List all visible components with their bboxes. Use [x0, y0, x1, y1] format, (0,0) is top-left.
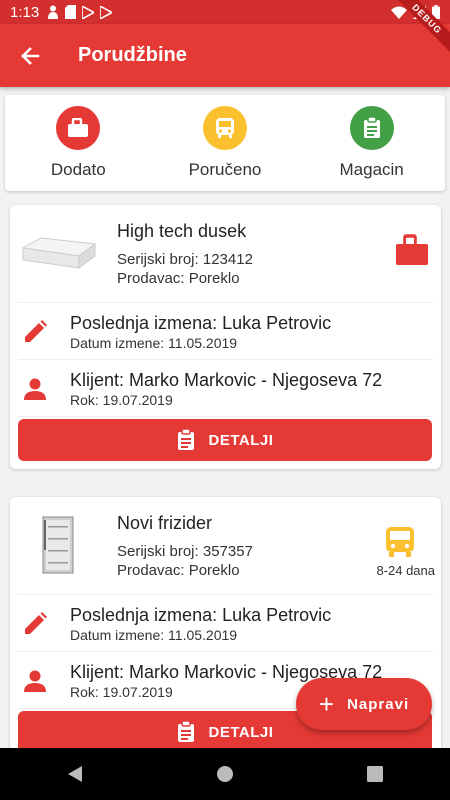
filter-dodato[interactable]: Dodato: [18, 106, 138, 180]
last-edit: Poslednja izmena: Luka Petrovic: [70, 313, 332, 333]
serial-number: Serijski broj: 123412: [117, 251, 253, 268]
nav-recents-icon: [367, 766, 383, 782]
nav-home-icon: [217, 766, 233, 782]
client: Klijent: Marko Markovic - Njegoseva 72: [70, 370, 383, 390]
bus-icon: [202, 106, 247, 150]
debug-label: DEBUG: [390, 0, 450, 56]
delivery-eta: 8-24 dana: [376, 563, 435, 578]
nav-home-button[interactable]: [205, 754, 245, 794]
person-icon: [20, 374, 50, 404]
page-title: Porudžbine: [78, 44, 187, 66]
clipboard-icon: [349, 106, 394, 150]
deadline: Rok: 19.07.2019: [70, 684, 173, 700]
last-edit-row: Poslednja izmena: Luka Petrovic Datum iz…: [18, 303, 433, 360]
play-store-icon-2: [100, 5, 113, 19]
details-button[interactable]: DETALJI: [18, 419, 432, 461]
plus-icon: +: [318, 689, 336, 719]
pencil-icon: [20, 609, 50, 639]
app-bar: Porudžbine: [0, 24, 450, 87]
clipboard-icon: [177, 429, 195, 451]
briefcase-icon: [56, 106, 101, 150]
fab-label: Napravi: [347, 695, 410, 713]
person-notification-icon: [48, 5, 59, 19]
client-row: Klijent: Marko Markovic - Njegoseva 72 R…: [18, 360, 433, 417]
filter-label: Dodato: [50, 160, 106, 179]
order-header: High tech dusek Serijski broj: 123412 Pr…: [18, 205, 433, 303]
arrow-back-icon: [21, 46, 40, 65]
edit-date: Datum izmene: 11.05.2019: [70, 335, 238, 351]
serial-number: Serijski broj: 357357: [117, 543, 253, 560]
create-order-fab[interactable]: + Napravi: [296, 678, 432, 730]
order-card[interactable]: High tech dusek Serijski broj: 123412 Pr…: [10, 205, 441, 469]
status-bar: 1:13: [0, 0, 450, 24]
details-label: DETALJI: [208, 431, 274, 449]
filter-label: Magacin: [339, 160, 404, 179]
bus-icon: [379, 521, 421, 563]
sd-card-icon: [65, 5, 77, 19]
last-edit-row: Poslednja izmena: Luka Petrovic Datum iz…: [18, 595, 433, 652]
debug-banner: DEBUG: [390, 0, 450, 60]
briefcase-icon: [391, 229, 433, 271]
person-icon: [20, 666, 50, 696]
filter-magacin[interactable]: Magacin: [312, 106, 432, 180]
clipboard-icon: [177, 721, 195, 743]
product-name: Novi frizider: [117, 513, 213, 533]
pencil-icon: [20, 317, 50, 347]
edit-date: Datum izmene: 11.05.2019: [70, 627, 238, 643]
system-nav-bar: [0, 748, 450, 800]
seller: Prodavac: Poreklo: [117, 562, 240, 579]
filter-poruceno[interactable]: Poručeno: [165, 106, 285, 180]
status-time: 1:13: [10, 3, 40, 21]
seller: Prodavac: Poreklo: [117, 270, 240, 287]
notification-icons: [47, 5, 113, 19]
play-store-icon: [82, 5, 95, 19]
filter-label: Poručeno: [188, 160, 262, 179]
back-button[interactable]: [0, 24, 60, 87]
deadline: Rok: 19.07.2019: [70, 392, 173, 408]
product-name: High tech dusek: [117, 221, 247, 241]
last-edit: Poslednja izmena: Luka Petrovic: [70, 605, 332, 625]
status-filter-card: Dodato Poručeno Magacin: [5, 95, 445, 191]
nav-back-button[interactable]: [55, 754, 95, 794]
nav-back-icon: [68, 766, 82, 782]
product-image-mattress: [18, 223, 98, 285]
nav-recents-button[interactable]: [355, 754, 395, 794]
order-header: Novi frizider Serijski broj: 357357 Prod…: [18, 497, 435, 595]
details-label: DETALJI: [208, 723, 274, 741]
product-image-fridge: [18, 515, 98, 577]
